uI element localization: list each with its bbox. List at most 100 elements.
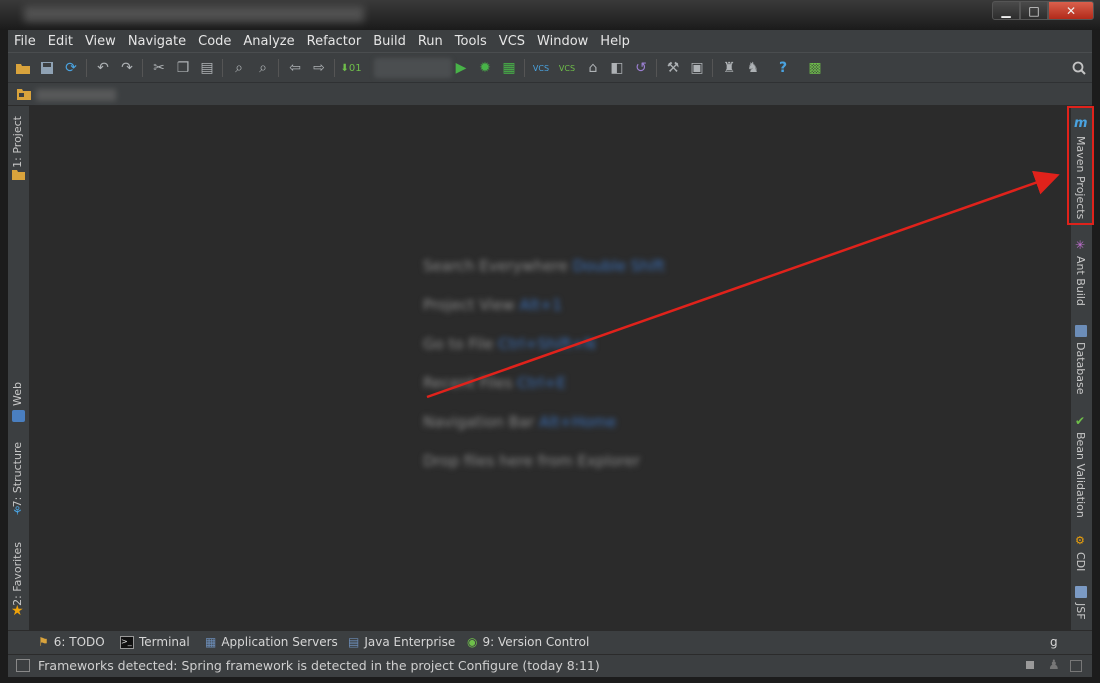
make-icon[interactable]: ⬇01	[340, 59, 361, 77]
plugin-icon[interactable]: ▩	[806, 59, 824, 77]
tab-bean-validation[interactable]: Bean Validation	[1074, 432, 1087, 518]
tab-todo-label: 6: TODO	[53, 635, 105, 649]
menu-code[interactable]: Code	[192, 34, 237, 49]
status-bar: Frameworks detected: Spring framework is…	[8, 654, 1092, 677]
version-control-icon: ◉	[467, 635, 478, 649]
forward-icon[interactable]: ⇨	[310, 59, 328, 77]
menu-refactor[interactable]: Refactor	[301, 34, 368, 49]
server-icon: ▦	[205, 635, 217, 649]
close-button[interactable]: ✕	[1048, 1, 1094, 20]
memory-indicator-icon[interactable]	[1070, 660, 1082, 672]
menu-edit[interactable]: Edit	[42, 34, 79, 49]
menu-build[interactable]: Build	[367, 34, 412, 49]
minimize-button[interactable]: ▁	[992, 1, 1020, 20]
status-message[interactable]: Frameworks detected: Spring framework is…	[38, 658, 600, 673]
lock-icon[interactable]	[1026, 661, 1034, 669]
copy-icon[interactable]: ❐	[174, 59, 192, 77]
tab-application-servers[interactable]: ▦ Application Servers	[205, 635, 338, 649]
editor-area[interactable]: Search Everywhere Double Shift Project V…	[30, 106, 1070, 630]
tab-ant-build[interactable]: Ant Build	[1074, 256, 1087, 306]
hint-recent-files: Recent Files Ctrl+E	[423, 374, 567, 392]
hint-goto-file: Go to File Ctrl+Shift+N	[423, 335, 596, 353]
tab-project[interactable]: 1: Project	[11, 116, 24, 168]
replace-icon[interactable]: ⌕	[254, 59, 272, 77]
tab-version-control-label: 9: Version Control	[482, 635, 590, 649]
tab-terminal[interactable]: >_ Terminal	[120, 635, 190, 649]
menu-window[interactable]: Window	[531, 34, 594, 49]
project-structure-icon[interactable]: ▣	[688, 59, 706, 77]
tab-favorites[interactable]: 2: Favorites	[11, 542, 24, 606]
find-icon[interactable]: ⌕	[230, 59, 248, 77]
run-configuration-dropdown[interactable]	[374, 58, 452, 78]
revert-icon[interactable]: ↺	[632, 59, 650, 77]
menu-file[interactable]: File	[8, 34, 42, 49]
tab-database[interactable]: Database	[1074, 342, 1087, 395]
tab-structure[interactable]: 7: Structure	[11, 442, 24, 507]
hint-project-view: Project View Alt+1	[423, 296, 562, 314]
android-icon[interactable]: ♞	[744, 59, 762, 77]
bottom-tool-tabs: ⚑ 6: TODO >_ Terminal ▦ Application Servers…	[8, 630, 1092, 654]
window-title-bar: ▁ □ ✕	[0, 0, 1100, 30]
maximize-button[interactable]: □	[1020, 1, 1048, 20]
tab-event-log[interactable]: g	[1050, 635, 1058, 649]
menu-bar: File Edit View Navigate Code Analyze Ref…	[8, 30, 1092, 52]
annotate-icon[interactable]: ◧	[608, 59, 626, 77]
save-icon[interactable]	[38, 59, 56, 77]
debug-icon[interactable]: ✹	[476, 59, 494, 77]
structure-icon: ⚘	[12, 504, 23, 518]
coverage-icon[interactable]: ▦	[500, 59, 518, 77]
tab-web[interactable]: Web	[11, 382, 24, 406]
back-icon[interactable]: ⇦	[286, 59, 304, 77]
tab-event-log-label: g	[1050, 635, 1058, 649]
vcs-update-icon[interactable]: VCS	[532, 59, 550, 77]
star-icon: ★	[11, 603, 24, 619]
ant-icon: ✳	[1075, 238, 1086, 252]
run-icon[interactable]: ▶	[452, 59, 470, 77]
menu-tools[interactable]: Tools	[449, 34, 493, 49]
cdi-icon: ⚙	[1075, 534, 1085, 547]
tab-terminal-label: Terminal	[139, 635, 190, 649]
breadcrumb[interactable]	[36, 89, 116, 101]
menu-vcs[interactable]: VCS	[493, 34, 531, 49]
sync-icon[interactable]: ⟳	[62, 59, 80, 77]
hint-search-everywhere: Search Everywhere Double Shift	[423, 257, 665, 275]
menu-navigate[interactable]: Navigate	[122, 34, 192, 49]
settings-icon[interactable]: ⚒	[664, 59, 682, 77]
window-title	[24, 6, 364, 22]
terminal-icon: >_	[120, 635, 134, 649]
tab-cdi[interactable]: CDI	[1074, 552, 1087, 571]
todo-icon: ⚑	[38, 635, 49, 649]
main-toolbar: ⟳ ↶ ↷ ✂ ❐ ▤ ⌕ ⌕ ⇦ ⇨ ⬇01 ▶ ✹ ▦ VCS VCS ⌂ …	[8, 52, 1092, 82]
tab-todo[interactable]: ⚑ 6: TODO	[38, 635, 105, 649]
menu-analyze[interactable]: Analyze	[237, 34, 300, 49]
vcs-commit-icon[interactable]: VCS	[558, 59, 576, 77]
history-icon[interactable]: ⌂	[584, 59, 602, 77]
tab-app-servers-label: Application Servers	[221, 635, 338, 649]
hint-drop-files: Drop files here from Explorer	[423, 452, 640, 470]
inspector-icon[interactable]: ♟	[1048, 658, 1060, 674]
menu-run[interactable]: Run	[412, 34, 449, 49]
open-icon[interactable]	[14, 59, 32, 77]
maven-highlight-box	[1067, 106, 1094, 225]
cut-icon[interactable]: ✂	[150, 59, 168, 77]
folder-icon[interactable]	[16, 87, 32, 101]
tab-version-control[interactable]: ◉ 9: Version Control	[467, 635, 589, 649]
sdk-icon[interactable]: ♜	[720, 59, 738, 77]
tool-windows-toggle-icon[interactable]	[16, 659, 30, 672]
undo-icon[interactable]: ↶	[94, 59, 112, 77]
navigation-bar	[8, 82, 1092, 106]
bean-validation-icon: ✔	[1075, 414, 1086, 428]
jsf-icon	[1075, 586, 1087, 598]
java-enterprise-icon: ▤	[348, 635, 360, 649]
help-icon[interactable]: ?	[774, 59, 792, 77]
menu-view[interactable]: View	[79, 34, 122, 49]
left-tool-strip: 1: Project Web 7: Structure ⚘ 2: Favorit…	[8, 106, 30, 630]
menu-help[interactable]: Help	[594, 34, 636, 49]
tab-java-enterprise[interactable]: ▤ Java Enterprise	[348, 635, 455, 649]
paste-icon[interactable]: ▤	[198, 59, 216, 77]
search-icon[interactable]	[1070, 59, 1088, 77]
redo-icon[interactable]: ↷	[118, 59, 136, 77]
tab-jsf[interactable]: JSF	[1074, 603, 1087, 620]
database-icon	[1075, 325, 1087, 337]
hint-navigation-bar: Navigation Bar Alt+Home	[423, 413, 617, 431]
